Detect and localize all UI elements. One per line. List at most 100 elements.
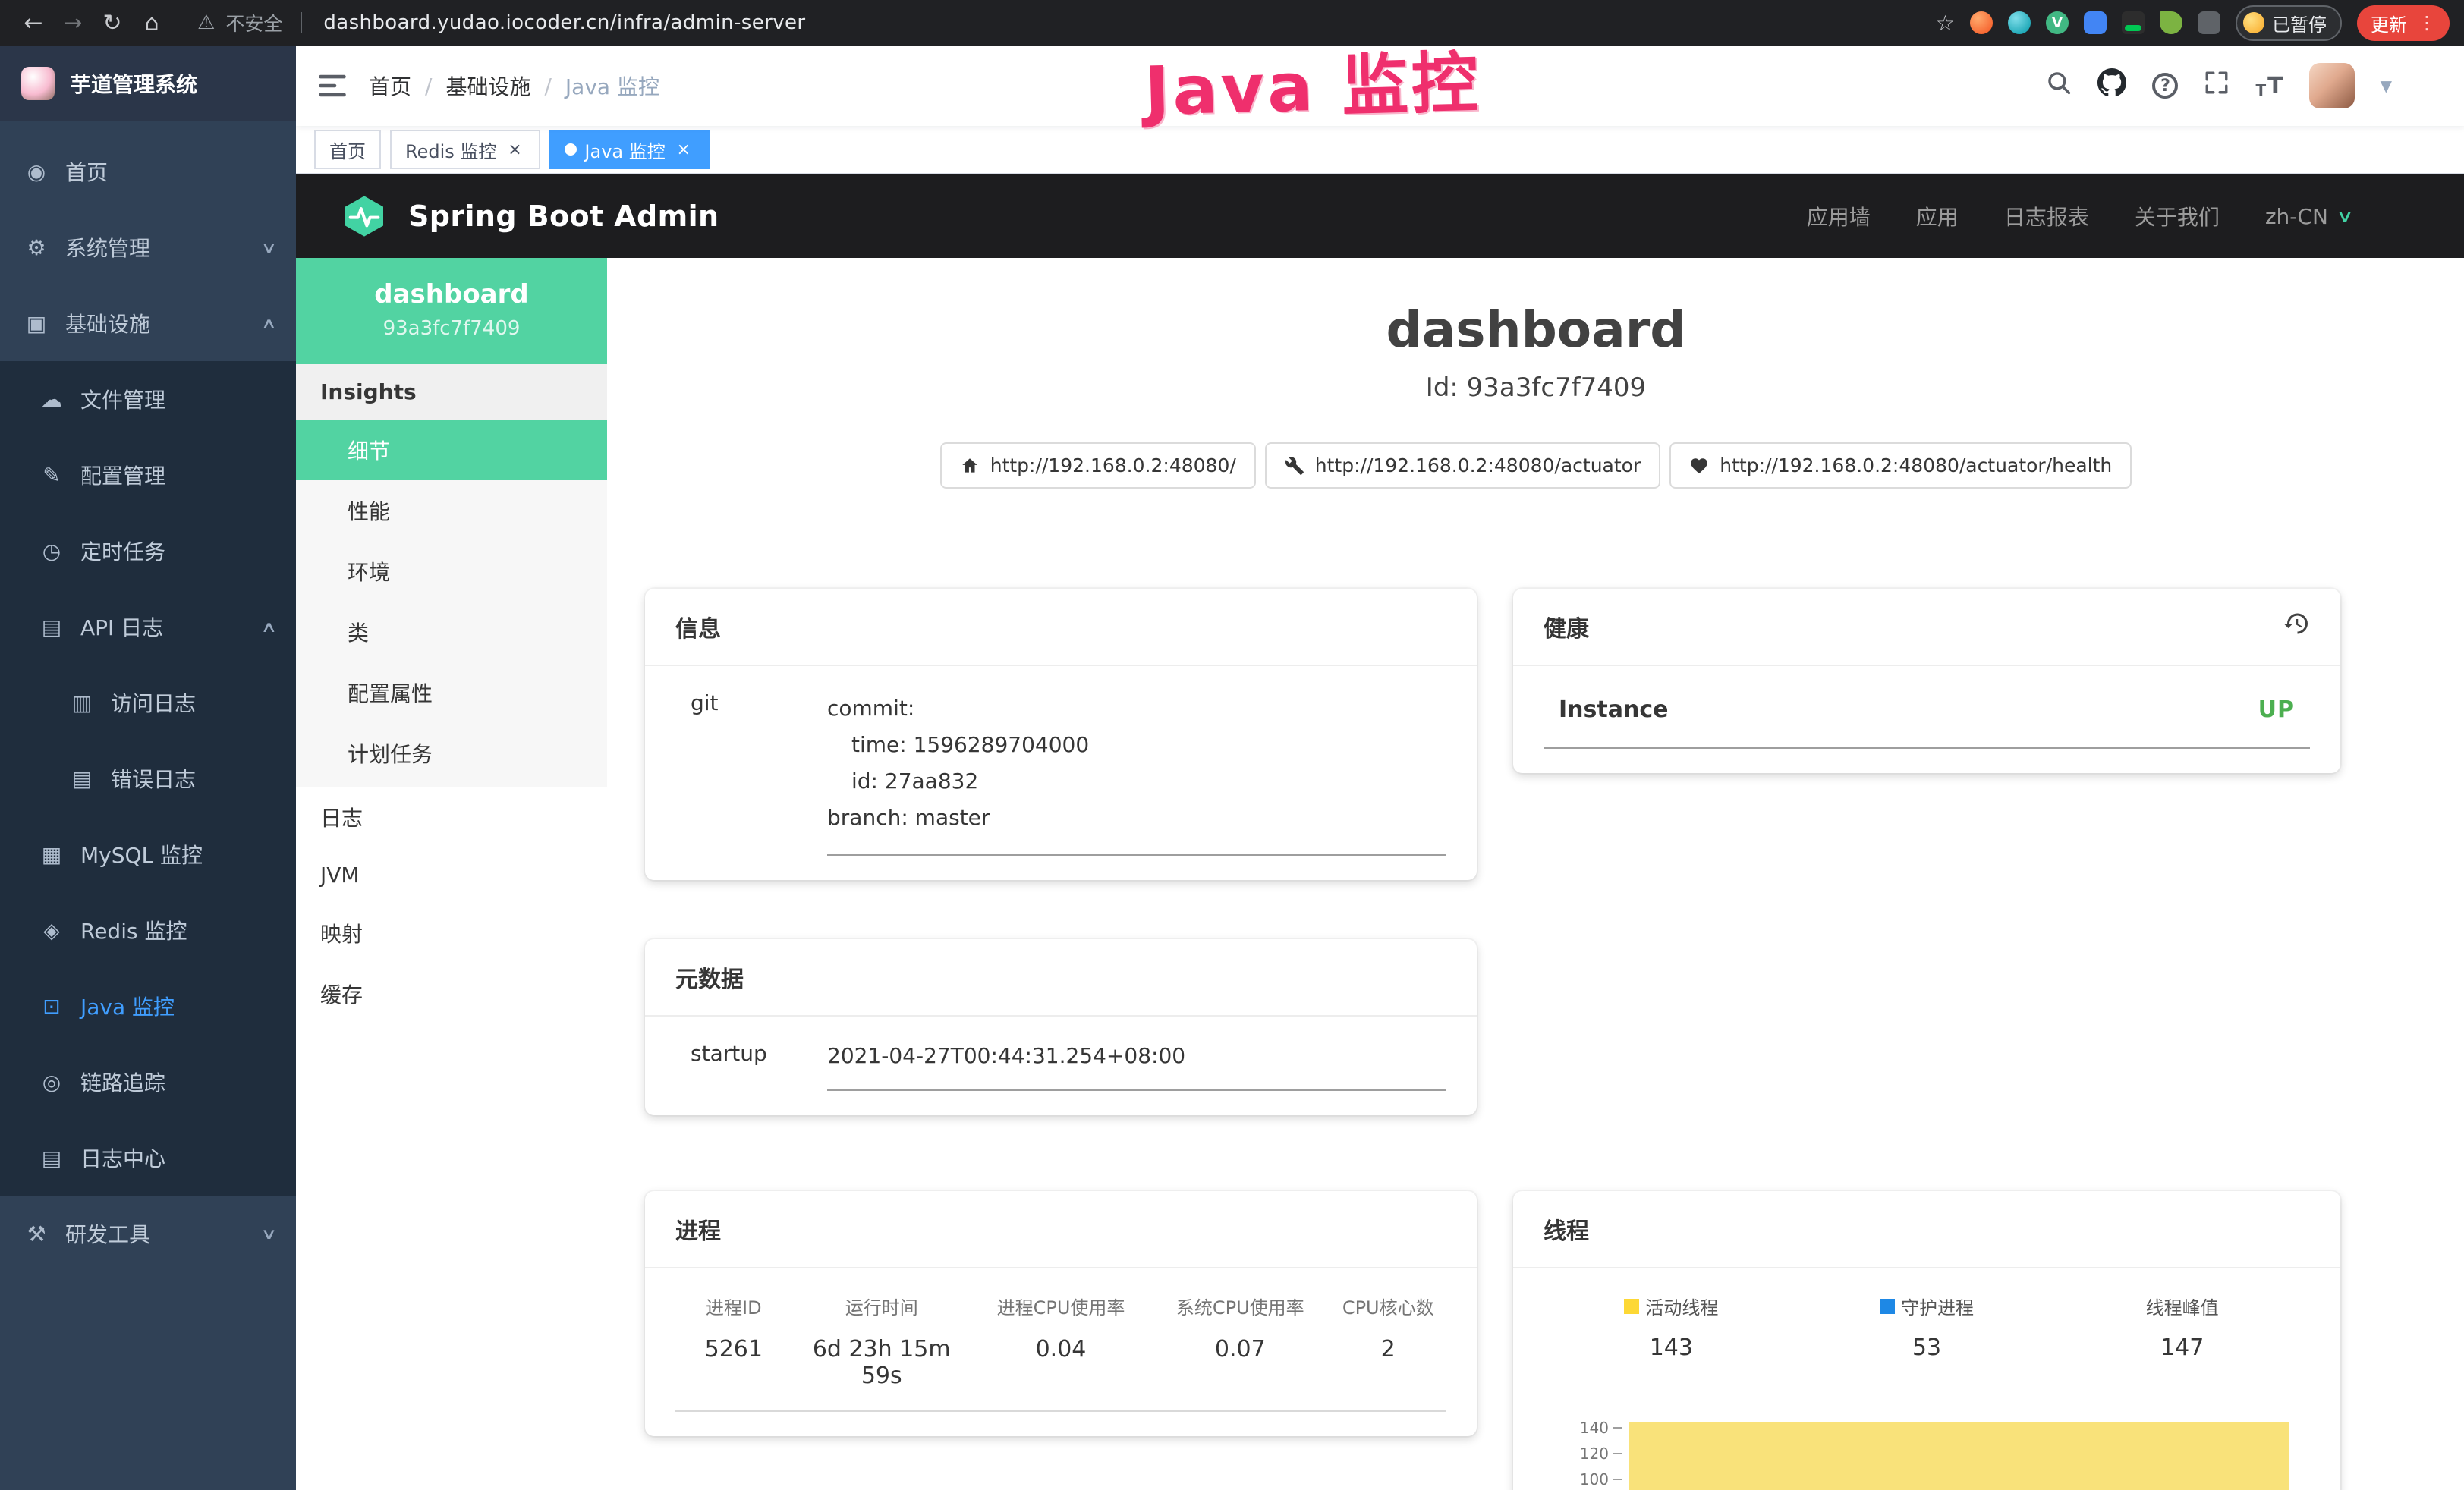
breadcrumb-infrastructure[interactable]: 基础设施	[445, 71, 530, 101]
sidebar-item-config-management[interactable]: ✎ 配置管理	[0, 437, 296, 513]
sidebar-item-trace[interactable]: ◎ 链路追踪	[0, 1044, 296, 1120]
menu-item-config-props[interactable]: 配置属性	[296, 662, 607, 723]
extension-icon-1[interactable]	[1970, 11, 1993, 34]
actuator-url-link[interactable]: http://192.168.0.2:48080/actuator	[1265, 442, 1660, 489]
menu-item-details[interactable]: 细节	[296, 420, 607, 480]
menu-item-performance[interactable]: 性能	[296, 480, 607, 541]
help-icon[interactable]: ?	[2152, 73, 2178, 99]
process-stat-value: 6d 23h 15m 59s	[792, 1336, 971, 1389]
sidebar-item-error-logs[interactable]: ▤ 错误日志	[0, 740, 296, 816]
tab-java-monitor[interactable]: Java 监控 ×	[549, 130, 709, 169]
sidebar-item-home[interactable]: ◉ 首页	[0, 134, 296, 209]
sidebar-item-system-management[interactable]: ⚙ 系统管理 ∨	[0, 209, 296, 285]
url-text[interactable]: dashboard.yudao.iocoder.cn/infra/admin-s…	[323, 11, 805, 34]
browser-chrome: ← → ↻ ⌂ ⚠ 不安全 dashboard.yudao.iocoder.cn…	[0, 0, 2464, 46]
bookmark-star-icon[interactable]: ☆	[1936, 11, 1955, 36]
info-card-title: 信息	[675, 610, 721, 643]
menu-item-logs[interactable]: 日志	[296, 787, 607, 847]
update-label: 更新	[2371, 10, 2407, 36]
legend-swatch-daemon-icon	[1880, 1299, 1895, 1314]
browser-back-icon[interactable]: ←	[15, 5, 52, 41]
sidebar-item-access-logs[interactable]: ▥ 访问日志	[0, 665, 296, 740]
browser-forward-icon[interactable]: →	[55, 5, 91, 41]
eye-icon: ◎	[39, 1070, 64, 1095]
extension-icon-2[interactable]	[2008, 11, 2031, 34]
sidebar-item-file-management[interactable]: ☁ 文件管理	[0, 361, 296, 437]
sba-logo-icon	[341, 193, 387, 239]
sidebar-item-mysql-monitor[interactable]: ▦ MySQL 监控	[0, 816, 296, 892]
security-warning-icon[interactable]: ⚠	[197, 11, 215, 34]
menu-kebab-icon[interactable]: ⋮	[2418, 12, 2436, 33]
close-icon[interactable]: ×	[504, 139, 525, 160]
menu-item-jvm[interactable]: JVM	[296, 847, 607, 903]
chevron-down-icon[interactable]: ▼	[2381, 77, 2392, 95]
browser-reload-icon[interactable]: ↻	[94, 5, 131, 41]
github-icon[interactable]	[2097, 68, 2126, 103]
security-warning-label[interactable]: 不安全	[225, 9, 282, 36]
sidebar-item-dev-tools[interactable]: ⚒ 研发工具 ∨	[0, 1196, 296, 1272]
sidebar-item-label: 定时任务	[80, 536, 165, 566]
extensions-puzzle-icon[interactable]	[2198, 11, 2220, 34]
menu-item-environment[interactable]: 环境	[296, 541, 607, 602]
sidebar-item-label: 链路追踪	[80, 1067, 165, 1097]
sba-header: Spring Boot Admin 应用墙 应用 日志报表 关于我们 zh-CN…	[296, 174, 2464, 258]
document-icon: ▤	[39, 615, 64, 640]
history-icon[interactable]	[2283, 610, 2310, 643]
sidebar-item-label: 系统管理	[65, 232, 150, 262]
sba-nav-wallboard[interactable]: 应用墙	[1807, 201, 1871, 231]
hamburger-icon[interactable]	[296, 74, 369, 98]
threads-chart: 140 120 100	[1544, 1419, 2310, 1490]
menu-item-scheduled-tasks[interactable]: 计划任务	[296, 723, 607, 784]
sba-nav-about[interactable]: 关于我们	[2135, 201, 2220, 231]
health-card-title: 健康	[1544, 610, 1589, 643]
sidebar-item-log-center[interactable]: ▤ 日志中心	[0, 1120, 296, 1196]
sidebar-item-api-logs[interactable]: ▤ API 日志 ∧	[0, 589, 296, 665]
tab-redis-monitor[interactable]: Redis 监控 ×	[390, 130, 540, 169]
avatar[interactable]	[2309, 63, 2355, 108]
font-size-icon[interactable]: TT	[2255, 73, 2283, 99]
wrench-icon	[1285, 456, 1304, 476]
info-card-header: 信息	[645, 589, 1477, 666]
sidebar-item-scheduled-jobs[interactable]: ◷ 定时任务	[0, 513, 296, 589]
breadcrumb-home[interactable]: 首页	[369, 71, 411, 101]
database-grid-icon: ▦	[39, 842, 64, 867]
search-icon[interactable]	[2046, 70, 2072, 102]
paused-extension-badge[interactable]: 已暂停	[2236, 5, 2342, 41]
extension-icon-6[interactable]	[2160, 11, 2182, 34]
menu-item-caches[interactable]: 缓存	[296, 963, 607, 1024]
process-card-title: 进程	[675, 1212, 721, 1246]
sidebar-item-java-monitor[interactable]: ⊡ Java 监控	[0, 968, 296, 1044]
menu-item-classes[interactable]: 类	[296, 602, 607, 662]
heart-icon	[1689, 456, 1709, 476]
tab-home[interactable]: 首页	[314, 130, 381, 169]
vue-devtools-extension-icon[interactable]: V	[2046, 11, 2069, 34]
instance-header[interactable]: dashboard 93a3fc7f7409	[296, 258, 607, 364]
tick-label: 120	[1580, 1444, 1609, 1463]
fullscreen-icon[interactable]	[2204, 70, 2230, 102]
sba-brand[interactable]: Spring Boot Admin	[408, 200, 719, 233]
sidebar-item-redis-monitor[interactable]: ◈ Redis 监控	[0, 892, 296, 968]
sidebar-item-label: 基础设施	[65, 308, 150, 338]
log-icon: ▥	[70, 690, 94, 715]
menu-item-mappings[interactable]: 映射	[296, 903, 607, 963]
metadata-key: startup	[675, 1041, 827, 1091]
locale-select[interactable]: zh-CN ∨	[2265, 204, 2351, 229]
health-url-link[interactable]: http://192.168.0.2:48080/actuator/health	[1669, 442, 2132, 489]
service-url-link[interactable]: http://192.168.0.2:48080/	[940, 442, 1256, 489]
sidebar-item-label: 首页	[65, 156, 108, 187]
app-logo-row[interactable]: 芋道管理系统	[0, 46, 296, 121]
extension-icon-4[interactable]	[2084, 11, 2107, 34]
sba-nav: 应用墙 应用 日志报表 关于我们 zh-CN ∨	[1807, 201, 2351, 231]
close-icon[interactable]: ×	[673, 139, 694, 160]
process-stat-header: 进程ID	[675, 1293, 792, 1319]
sba-nav-journal[interactable]: 日志报表	[2004, 201, 2089, 231]
extension-icon-5[interactable]	[2122, 11, 2145, 34]
metadata-card-header: 元数据	[645, 939, 1477, 1017]
info-row-git: git commit: time: 1596289704000 id: 27aa…	[675, 690, 1446, 856]
browser-home-icon[interactable]: ⌂	[134, 5, 170, 41]
app-navbar: 首页 / 基础设施 / Java 监控 ?	[296, 46, 2464, 126]
update-button[interactable]: 更新 ⋮	[2357, 5, 2450, 41]
sba-nav-applications[interactable]: 应用	[1916, 201, 1959, 231]
screen: ← → ↻ ⌂ ⚠ 不安全 dashboard.yudao.iocoder.cn…	[0, 0, 2464, 1490]
sidebar-item-infrastructure[interactable]: ▣ 基础设施 ∧	[0, 285, 296, 361]
